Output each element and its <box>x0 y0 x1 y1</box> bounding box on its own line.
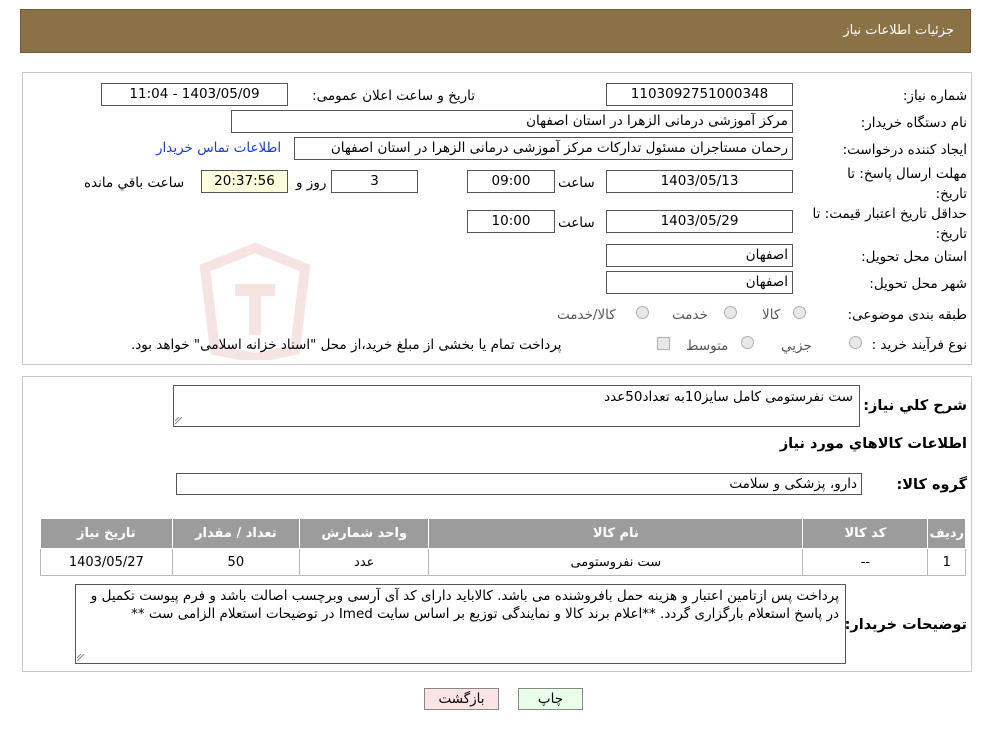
cell-row: 1 <box>927 548 966 576</box>
buyer-org-label: نام دستگاه خريدار: <box>860 115 967 131</box>
page-title: جزئیات اطلاعات نیاز <box>843 23 954 38</box>
need-number-label: شماره نیاز: <box>902 88 967 104</box>
remaining-time-field: 20:37:56 <box>201 170 288 193</box>
category-goods-service-radio[interactable] <box>636 306 649 319</box>
resize-grip-icon <box>175 417 183 425</box>
category-goods-radio[interactable] <box>793 306 806 319</box>
announce-datetime-field: 1403/05/09 - 11:04 <box>101 83 288 106</box>
cell-name: ست نفروستومی <box>428 548 804 576</box>
summary-textarea[interactable]: ست نفرستومی کامل سایز10به تعداد50عدد <box>173 385 860 427</box>
table-row: 1 -- ست نفروستومی عدد 50 1403/05/27 <box>40 548 966 576</box>
print-button[interactable]: چاپ <box>518 688 583 710</box>
days-field: 3 <box>331 170 418 193</box>
cell-qty: 50 <box>171 548 301 576</box>
days-label: روز و <box>296 175 327 191</box>
remaining-label: ساعت باقي مانده <box>84 175 185 191</box>
price-validity-time-label: ساعت <box>558 215 595 231</box>
treasury-note: پرداخت تمام یا بخشی از مبلغ خرید،از محل … <box>131 337 562 353</box>
col-code: کد کالا <box>802 518 929 549</box>
treasury-checkbox[interactable] <box>657 337 670 350</box>
response-time-field: 09:00 <box>467 170 555 193</box>
category-service-label: خدمت <box>672 307 708 323</box>
goods-group-field: دارو، پزشکی و سلامت <box>176 473 862 495</box>
buyer-contact-link[interactable]: اطلاعات تماس خریدار <box>156 140 281 156</box>
price-validity-time-field: 10:00 <box>467 210 555 233</box>
requester-label: ايجاد کننده درخواست: <box>842 142 967 158</box>
col-name: نام کالا <box>428 518 804 549</box>
items-table: رديف کد کالا نام کالا واحد شمارش تعداد /… <box>40 518 966 576</box>
col-row: رديف <box>927 518 966 549</box>
purchase-process-label: نوع فرآیند خرید : <box>871 337 967 353</box>
price-validity-label: حداقل تاريخ اعتبار قيمت: تا تاريخ: <box>812 206 967 242</box>
cell-code: -- <box>802 548 929 576</box>
category-label: طبقه بندی موضوعی: <box>847 307 967 323</box>
col-unit: واحد شمارش <box>298 518 430 549</box>
delivery-province-field: اصفهان <box>606 244 793 267</box>
summary-label: شرح کلي نياز: <box>863 398 967 414</box>
delivery-province-label: استان محل تحويل: <box>861 249 967 265</box>
buyer-notes-text: پرداخت پس ازتامین اعتبار و هزینه حمل باف… <box>90 588 839 622</box>
goods-group-label: گروه کالا: <box>896 477 967 493</box>
process-minor-label: جزيي <box>781 338 812 354</box>
col-qty: تعداد / مقدار <box>171 518 301 549</box>
summary-text: ست نفرستومی کامل سایز10به تعداد50عدد <box>604 389 853 405</box>
cell-date: 1403/05/27 <box>40 548 173 576</box>
buyer-notes-textarea[interactable]: پرداخت پس ازتامین اعتبار و هزینه حمل باف… <box>75 584 846 664</box>
requester-field: رحمان مستاجران مسئول تدارکات مرکز آموزشی… <box>294 137 793 160</box>
price-validity-date-field: 1403/05/29 <box>606 210 793 233</box>
response-deadline-label: مهلت ارسال پاسخ: تا تاریخ: <box>847 166 967 202</box>
items-title: اطلاعات کالاهاي مورد نياز <box>779 436 967 452</box>
resize-grip-icon <box>77 654 85 662</box>
buyer-notes-label: توضيحات خريدار: <box>844 617 967 633</box>
announce-datetime-label: تاریخ و ساعت اعلان عمومی: <box>312 88 475 104</box>
response-date-field: 1403/05/13 <box>606 170 793 193</box>
page-header: جزئیات اطلاعات نیاز <box>20 9 971 53</box>
back-button[interactable]: بازگشت <box>424 688 499 710</box>
process-minor-radio[interactable] <box>849 336 862 349</box>
need-number-field: 1103092751000348 <box>606 83 793 106</box>
process-medium-radio[interactable] <box>741 336 754 349</box>
process-medium-label: متوسط <box>686 338 729 354</box>
col-date: تاريخ نياز <box>40 518 173 549</box>
category-goods-service-label: کالا/خدمت <box>557 307 616 323</box>
items-table-header: رديف کد کالا نام کالا واحد شمارش تعداد /… <box>40 518 966 549</box>
delivery-city-label: شهر محل تحويل: <box>869 276 967 292</box>
response-time-label: ساعت <box>558 175 595 191</box>
delivery-city-field: اصفهان <box>606 271 793 294</box>
category-goods-label: کالا <box>762 307 781 323</box>
cell-unit: عدد <box>298 548 430 576</box>
category-service-radio[interactable] <box>724 306 737 319</box>
buyer-org-field: مرکز آموزشی درمانی الزهرا در استان اصفها… <box>231 110 793 133</box>
